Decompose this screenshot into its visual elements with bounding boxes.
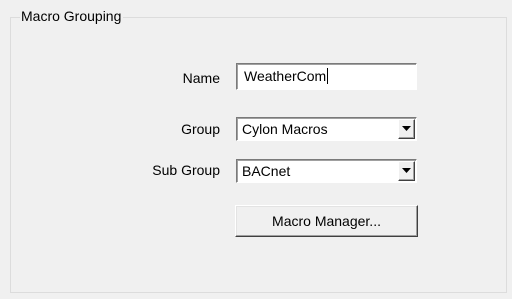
group-select[interactable]: Cylon Macros	[236, 117, 417, 141]
chevron-down-icon	[402, 126, 411, 131]
name-field[interactable]: WeatherCom	[236, 63, 417, 90]
sub-group-dropdown-button[interactable]	[398, 161, 415, 181]
chevron-down-icon	[402, 168, 411, 173]
macro-manager-button[interactable]: Macro Manager...	[235, 205, 418, 237]
name-label: Name	[182, 70, 220, 86]
group-dropdown-button[interactable]	[398, 119, 415, 139]
group-selected-value: Cylon Macros	[242, 121, 328, 137]
group-label: Group	[181, 121, 220, 137]
sub-group-select[interactable]: BACnet	[236, 159, 417, 183]
macro-grouping-panel: Macro Grouping Name WeatherCom Group Cyl…	[0, 0, 512, 299]
macro-grouping-groupbox	[10, 17, 507, 293]
sub-group-label: Sub Group	[152, 162, 220, 178]
groupbox-title: Macro Grouping	[20, 7, 124, 25]
text-caret	[327, 68, 329, 84]
name-value: WeatherCom	[244, 68, 327, 84]
sub-group-selected-value: BACnet	[242, 163, 291, 179]
